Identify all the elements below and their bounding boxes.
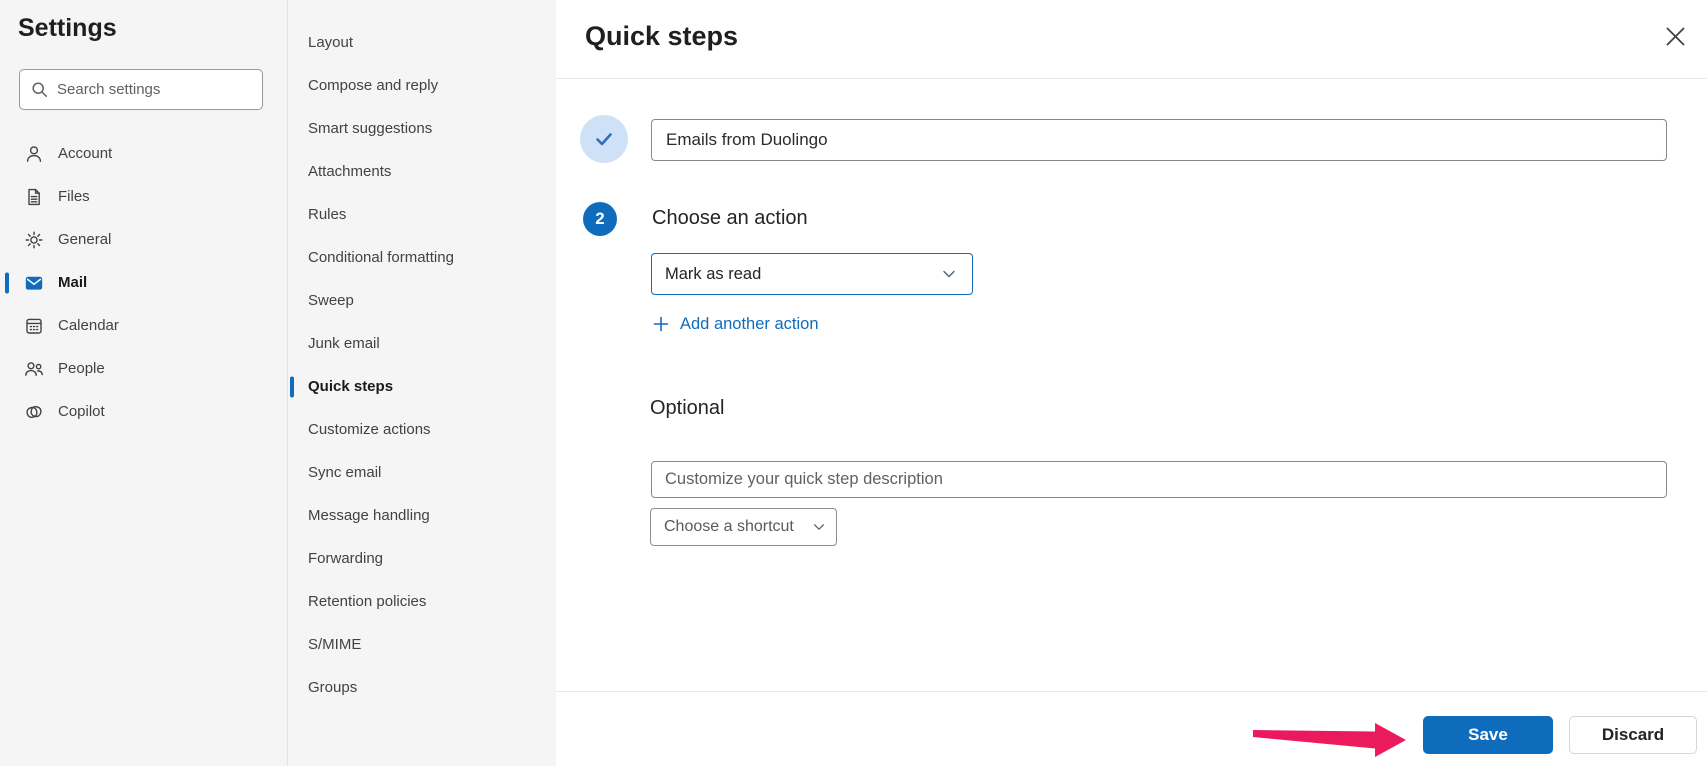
- panel-header: Quick steps: [556, 0, 1707, 79]
- settings-title: Settings: [18, 14, 117, 43]
- subnav-item-message-handling[interactable]: Message handling: [288, 494, 556, 537]
- subnav-item-attachments[interactable]: Attachments: [288, 150, 556, 193]
- search-input[interactable]: [57, 81, 251, 98]
- subnav-item-sync-email[interactable]: Sync email: [288, 451, 556, 494]
- subnav-item-forwarding[interactable]: Forwarding: [288, 537, 556, 580]
- shortcut-select-placeholder: Choose a shortcut: [664, 518, 794, 536]
- step1-completed-badge: [580, 115, 628, 163]
- people-icon: [24, 359, 44, 379]
- subnav-item-conditional-formatting[interactable]: Conditional formatting: [288, 236, 556, 279]
- optional-heading: Optional: [650, 397, 725, 420]
- panel-footer: Save Discard: [556, 691, 1707, 766]
- sidebar-item-calendar[interactable]: Calendar: [0, 304, 287, 347]
- chevron-down-icon: [812, 520, 826, 534]
- settings-dialog: Settings Account Files: [0, 0, 1707, 766]
- subnav-item-compose-and-reply[interactable]: Compose and reply: [288, 64, 556, 107]
- checkmark-icon: [591, 126, 617, 152]
- subnav-item-layout[interactable]: Layout: [288, 21, 556, 64]
- sidebar-item-label: Files: [58, 188, 90, 205]
- subnav-item-smart-suggestions[interactable]: Smart suggestions: [288, 107, 556, 150]
- calendar-icon: [24, 316, 44, 336]
- subnav-item-sweep[interactable]: Sweep: [288, 279, 556, 322]
- add-another-action-label: Add another action: [680, 315, 819, 334]
- description-input[interactable]: [651, 461, 1667, 498]
- copilot-icon: [24, 402, 44, 422]
- sidebar-item-label: General: [58, 231, 111, 248]
- settings-search-box[interactable]: [19, 69, 263, 110]
- action-select-value: Mark as read: [665, 265, 761, 284]
- subnav-item-smime[interactable]: S/MIME: [288, 623, 556, 666]
- selection-bar: [5, 272, 9, 293]
- annotation-arrow: [1245, 710, 1415, 760]
- subnav-item-quick-steps[interactable]: Quick steps: [288, 365, 556, 408]
- quick-step-name-input[interactable]: [651, 119, 1667, 161]
- plus-icon: [653, 316, 669, 332]
- sidebar-item-label: Account: [58, 145, 112, 162]
- subnav-item-rules[interactable]: Rules: [288, 193, 556, 236]
- save-button[interactable]: Save: [1423, 716, 1553, 754]
- sidebar-item-label: Mail: [58, 274, 87, 291]
- discard-button[interactable]: Discard: [1569, 716, 1697, 754]
- sidebar-item-general[interactable]: General: [0, 218, 287, 261]
- sidebar-item-label: People: [58, 360, 105, 377]
- sidebar-item-mail[interactable]: Mail: [0, 261, 287, 304]
- shortcut-select[interactable]: Choose a shortcut: [650, 508, 837, 546]
- sidebar-item-label: Copilot: [58, 403, 105, 420]
- choose-action-heading: Choose an action: [652, 207, 808, 230]
- gear-icon: [24, 230, 44, 250]
- page-title: Quick steps: [585, 21, 738, 52]
- add-another-action-button[interactable]: Add another action: [653, 312, 819, 336]
- mail-settings-nav: Layout Compose and reply Smart suggestio…: [288, 0, 556, 766]
- subnav-item-customize-actions[interactable]: Customize actions: [288, 408, 556, 451]
- chevron-down-icon: [941, 266, 957, 282]
- sidebar-nav: Account Files General: [0, 132, 287, 433]
- quick-steps-panel: Quick steps 2 Choose an action Mark as r…: [556, 0, 1707, 766]
- sidebar-item-people[interactable]: People: [0, 347, 287, 390]
- subnav-item-retention-policies[interactable]: Retention policies: [288, 580, 556, 623]
- search-icon: [31, 81, 48, 98]
- step2-number-badge: 2: [583, 202, 617, 236]
- settings-sidebar: Settings Account Files: [0, 0, 288, 766]
- mail-icon: [24, 273, 44, 293]
- subnav-item-junk-email[interactable]: Junk email: [288, 322, 556, 365]
- person-icon: [24, 144, 44, 164]
- action-select[interactable]: Mark as read: [651, 253, 973, 295]
- sidebar-item-files[interactable]: Files: [0, 175, 287, 218]
- sidebar-item-label: Calendar: [58, 317, 119, 334]
- close-button[interactable]: [1660, 21, 1690, 51]
- step2-number: 2: [595, 209, 604, 229]
- close-icon: [1663, 24, 1688, 49]
- file-icon: [24, 187, 44, 207]
- sidebar-item-account[interactable]: Account: [0, 132, 287, 175]
- subnav-item-groups[interactable]: Groups: [288, 666, 556, 709]
- sidebar-item-copilot[interactable]: Copilot: [0, 390, 287, 433]
